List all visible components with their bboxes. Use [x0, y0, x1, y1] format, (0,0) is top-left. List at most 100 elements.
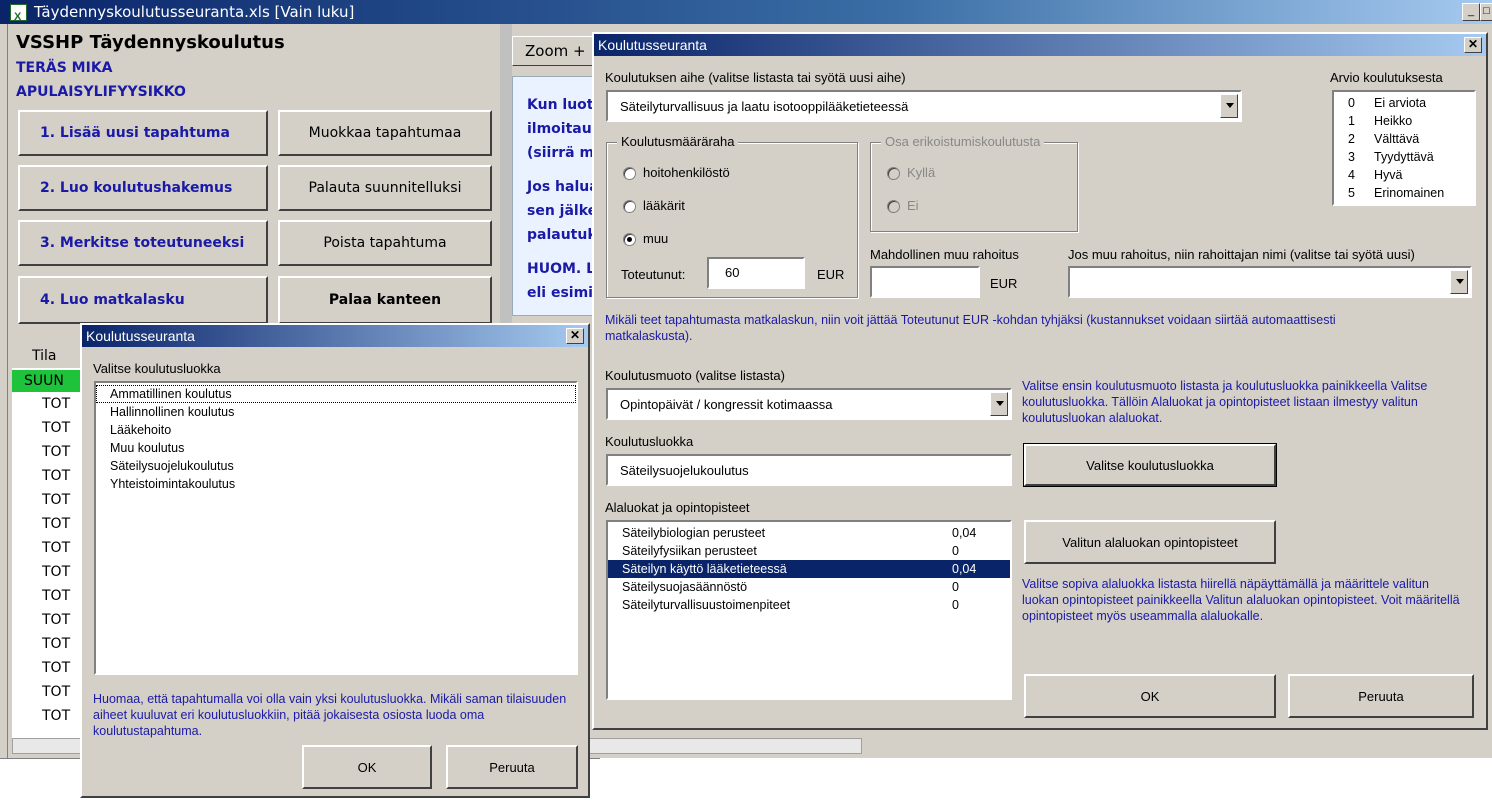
info-line: HUOM. L [527, 261, 596, 277]
info-line: ilmoitau [527, 121, 592, 137]
cancel-button[interactable]: Peruuta [446, 745, 578, 789]
status-cell[interactable]: TOT [42, 588, 70, 604]
class-list-item[interactable]: Yhteistoimintakoulutus [96, 475, 576, 493]
topic-combobox[interactable]: Säteilyturvallisuus ja laatu isotooppilä… [606, 90, 1242, 122]
form-label: Koulutusmuoto (valitse listasta) [605, 368, 785, 383]
ok-button[interactable]: OK [1024, 674, 1276, 718]
class-value: Säteilysuojelukoulutus [620, 462, 749, 478]
info-line: sen jälke [527, 203, 598, 219]
funding-radio-doctors[interactable] [623, 200, 636, 213]
chevron-down-icon[interactable] [990, 392, 1008, 416]
subclass-item[interactable]: Säteilyfysiikan perusteet 0 [608, 542, 1010, 560]
create-application-button[interactable]: 2. Luo koulutushakemus [18, 165, 268, 211]
rating-item[interactable]: 2 Välttävä [1334, 130, 1474, 148]
specialist-option-label: Ei [907, 198, 919, 213]
info-text-area: Kun luot ilmoitau (siirrä my Jos halua s… [512, 76, 603, 316]
status-cell[interactable]: TOT [42, 468, 70, 484]
actual-cost-currency: EUR [817, 267, 845, 282]
close-icon[interactable]: ✕ [1464, 37, 1482, 53]
class-field[interactable]: Säteilysuojelukoulutus [606, 454, 1012, 486]
zoom-button[interactable]: Zoom + [512, 36, 600, 66]
class-list-item[interactable]: Säteilysuojelukoulutus [96, 457, 576, 475]
specialist-radio-yes[interactable] [887, 167, 900, 180]
rating-item[interactable]: 4 Hyvä [1334, 166, 1474, 184]
create-travel-claim-button[interactable]: 4. Luo matkalasku [18, 276, 268, 324]
mark-completed-button[interactable]: 3. Merkitse toteutuneeksi [18, 220, 268, 266]
rating-item[interactable]: 5 Erinomainen [1334, 184, 1474, 202]
status-cell[interactable]: TOT [42, 516, 70, 532]
excel-title-bar: Täydennyskoulutusseuranta.xls [Vain luku… [0, 0, 1492, 29]
subclass-points-button[interactable]: Valitun alaluokan opintopisteet [1024, 520, 1276, 564]
chevron-down-icon[interactable] [1450, 270, 1468, 294]
status-cell[interactable]: TOT [42, 612, 70, 628]
subclass-listbox[interactable]: Säteilybiologian perusteet 0,04 Säteilyfy… [606, 520, 1012, 700]
status-cell[interactable]: TOT [42, 660, 70, 676]
actual-cost-value: 60 [725, 265, 740, 280]
specialist-radio-no[interactable] [887, 200, 900, 213]
status-rows: TOT TOT TOT TOT TOT TOT TOT TOT TOT TOT … [12, 394, 80, 744]
form-note: Valitse ensin koulutusmuoto listasta ja … [1022, 379, 1428, 425]
specialist-group: Osa erikoistumiskoulutusta Kyllä Ei [870, 134, 1078, 232]
ok-button[interactable]: OK [302, 745, 432, 789]
class-label: Koulutusluokka [605, 434, 694, 449]
other-funding-currency: EUR [990, 276, 1018, 291]
edit-event-button[interactable]: Muokkaa tapahtumaa [278, 110, 492, 156]
training-dialog: Koulutusseuranta ✕ Koulutuksen aihe (val… [592, 32, 1488, 730]
status-cell[interactable]: TOT [42, 708, 70, 724]
class-dialog-title-bar: Koulutusseuranta ✕ [82, 325, 588, 347]
class-list-item[interactable]: Lääkehoito [96, 421, 576, 439]
status-cell[interactable]: TOT [42, 636, 70, 652]
class-list-item[interactable]: Muu koulutus [96, 439, 576, 457]
maximize-icon[interactable]: □ [1480, 3, 1492, 21]
sheet-grid-right [600, 758, 1492, 810]
rating-item[interactable]: 1 Heikko [1334, 112, 1474, 130]
choose-class-button[interactable]: Valitse koulutusluokka [1023, 443, 1277, 487]
cancel-button[interactable]: Peruuta [1288, 674, 1474, 718]
funding-radio-nursing[interactable] [623, 167, 636, 180]
user-name: TERÄS MIKA [16, 60, 113, 76]
form-combobox[interactable]: Opintopäivät / kongressit kotimaassa [606, 388, 1012, 420]
panel-divider [500, 24, 512, 334]
chevron-down-icon[interactable] [1220, 94, 1238, 118]
rating-listbox[interactable]: 0 Ei arviota 1 Heikko 2 Välttävä 3 Tyydyttäv… [1332, 90, 1476, 206]
actual-cost-input[interactable]: 60 [707, 257, 805, 289]
status-cell[interactable]: TOT [42, 444, 70, 460]
training-dialog-title-bar: Koulutusseuranta ✕ [594, 34, 1486, 56]
info-line: palautuk [527, 227, 597, 243]
topic-label: Koulutuksen aihe (valitse listasta tai s… [605, 70, 906, 85]
funding-option-label: hoitohenkilöstö [643, 165, 730, 180]
form-value: Opintopäivät / kongressit kotimaassa [620, 396, 833, 412]
rating-item[interactable]: 3 Tyydyttävä [1334, 148, 1474, 166]
window-title: Täydennyskoulutusseuranta.xls [Vain luku… [34, 3, 355, 21]
minimize-icon[interactable]: _ [1462, 3, 1480, 21]
class-dialog: Koulutusseuranta ✕ Valitse koulutusluokk… [80, 323, 590, 798]
status-cell[interactable]: TOT [42, 540, 70, 556]
status-cell-planned[interactable]: SUUN [12, 370, 80, 392]
training-dialog-title: Koulutusseuranta [598, 37, 707, 53]
rating-item[interactable]: 0 Ei arviota [1334, 94, 1474, 112]
subclass-item-selected[interactable]: Säteilyn käyttö lääketieteessä 0,04 [608, 560, 1010, 578]
funder-combobox[interactable] [1068, 266, 1472, 298]
page-title: VSSHP Täydennyskoulutus [16, 32, 285, 53]
status-cell[interactable]: TOT [42, 492, 70, 508]
class-listbox[interactable]: Ammatillinen koulutus Hallinnollinen kou… [94, 381, 578, 675]
subclass-item[interactable]: Säteilybiologian perusteet 0,04 [608, 524, 1010, 542]
close-icon[interactable]: ✕ [566, 328, 584, 344]
class-list-item[interactable]: Hallinnollinen koulutus [96, 403, 576, 421]
add-event-button[interactable]: 1. Lisää uusi tapahtuma [18, 110, 268, 156]
delete-event-button[interactable]: Poista tapahtuma [278, 220, 492, 266]
status-cell[interactable]: TOT [42, 564, 70, 580]
user-title: APULAISYLIFYYSIKKO [16, 84, 186, 100]
subclass-item[interactable]: Säteilysuojasäännöstö 0 [608, 578, 1010, 596]
status-cell[interactable]: TOT [42, 420, 70, 436]
restore-planned-button[interactable]: Palauta suunnitelluksi [278, 165, 492, 211]
class-list-item[interactable]: Ammatillinen koulutus [96, 385, 576, 403]
back-to-cover-button[interactable]: Palaa kanteen [278, 276, 492, 324]
travel-note: Mikäli teet tapahtumasta matkalaskun, ni… [605, 313, 1336, 343]
funding-radio-other[interactable] [623, 233, 636, 246]
other-funding-input[interactable] [870, 266, 980, 298]
status-cell[interactable]: TOT [42, 684, 70, 700]
subclass-item[interactable]: Säteilyturvallisuustoimenpiteet 0 [608, 596, 1010, 614]
status-cell[interactable]: TOT [42, 396, 70, 412]
rating-label: Arvio koulutuksesta [1330, 70, 1443, 85]
